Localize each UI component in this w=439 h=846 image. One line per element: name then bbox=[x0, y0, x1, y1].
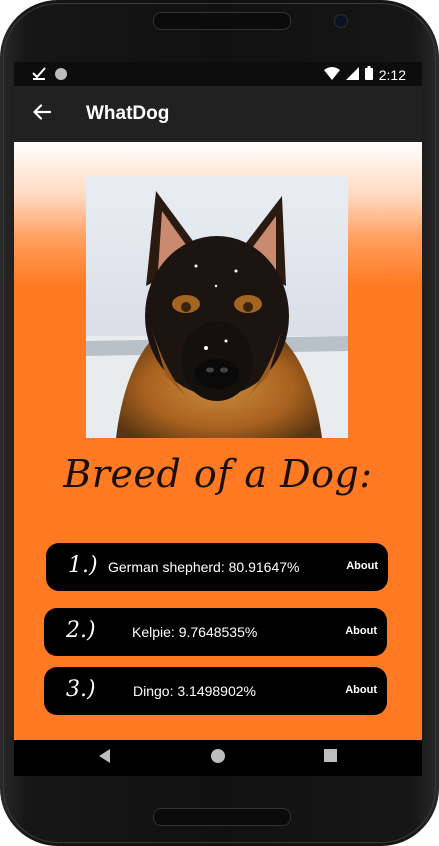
clock: 2:12 bbox=[378, 66, 406, 83]
bottom-speaker bbox=[153, 808, 291, 826]
arrow-left-icon bbox=[33, 103, 52, 125]
app-title: WhatDog bbox=[86, 103, 170, 124]
nav-back-button[interactable] bbox=[93, 746, 117, 770]
screen: 2:12 WhatDog Breed of a Dog: 1.) German … bbox=[14, 62, 422, 776]
breed-heading: Breed of a Dog: bbox=[63, 452, 373, 496]
earpiece-speaker bbox=[153, 12, 291, 30]
nav-recents-button[interactable] bbox=[318, 746, 342, 770]
recents-square-icon bbox=[323, 749, 337, 767]
navigation-bar bbox=[14, 740, 422, 776]
result-item-1[interactable]: 1.) German shepherd: 80.91647% About bbox=[46, 543, 388, 591]
main-content: Breed of a Dog: 1.) German shepherd: 80.… bbox=[14, 142, 422, 740]
about-button[interactable]: About bbox=[345, 684, 377, 696]
about-button[interactable]: About bbox=[345, 625, 377, 637]
back-triangle-icon bbox=[99, 748, 111, 768]
result-label: Dingo: 3.1498902% bbox=[133, 683, 256, 699]
battery-icon bbox=[364, 66, 373, 83]
app-bar: WhatDog bbox=[14, 86, 422, 142]
result-label: Kelpie: 9.7648535% bbox=[132, 624, 258, 640]
result-rank: 2.) bbox=[66, 618, 96, 643]
result-rank: 1.) bbox=[68, 553, 98, 578]
result-label: German shepherd: 80.91647% bbox=[108, 559, 300, 575]
back-button[interactable] bbox=[28, 100, 56, 128]
nav-home-button[interactable] bbox=[206, 746, 230, 770]
result-item-2[interactable]: 2.) Kelpie: 9.7648535% About bbox=[44, 608, 387, 656]
home-circle-icon bbox=[211, 748, 225, 768]
result-item-3[interactable]: 3.) Dingo: 3.1498902% About bbox=[44, 667, 387, 715]
front-camera bbox=[334, 14, 348, 28]
checkmark-icon bbox=[32, 67, 46, 83]
circle-icon bbox=[55, 67, 67, 83]
result-rank: 3.) bbox=[66, 677, 96, 702]
phone-frame: 2:12 WhatDog Breed of a Dog: 1.) German … bbox=[0, 0, 439, 846]
signal-icon bbox=[345, 66, 359, 83]
status-bar: 2:12 bbox=[14, 62, 422, 86]
about-button[interactable]: About bbox=[346, 560, 378, 572]
dog-photo bbox=[86, 176, 348, 438]
wifi-icon bbox=[323, 66, 340, 83]
